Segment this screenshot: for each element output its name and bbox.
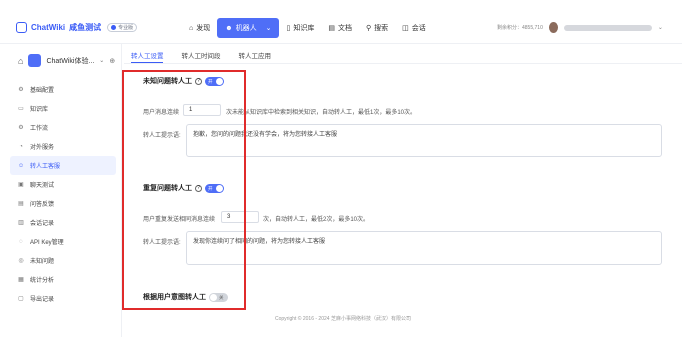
brand-name: ChatWiki bbox=[31, 23, 66, 32]
chart-icon: ▦ bbox=[18, 277, 24, 283]
repeat-count-label: 用户重复发送相同消息连续 bbox=[143, 217, 216, 223]
sidebar-menu: ⚙ 基础配置 ▭ 知识库 ⚙ 工作流 ◔ 对外服务 ☺ 转人工客服 ▣ 聊天测试 ▤ 问答反馈… bbox=[10, 80, 116, 308]
user-info-blurred[interactable] bbox=[563, 24, 652, 31]
library-icon: ▭ bbox=[18, 106, 24, 112]
chat-icon: ◫ bbox=[402, 25, 409, 32]
unknown-count-label: 用户消息连续 bbox=[143, 110, 180, 116]
sidebar-item-basic-config[interactable]: ⚙ 基础配置 bbox=[10, 80, 116, 99]
sidebar-item-human-service[interactable]: ☺ 转人工客服 bbox=[10, 156, 116, 175]
home-icon[interactable]: ⌂ bbox=[18, 56, 23, 66]
question-icon: ◎ bbox=[18, 258, 24, 264]
nav-search[interactable]: ⚲ 搜索 bbox=[359, 20, 395, 36]
chat-test-icon: ▣ bbox=[18, 182, 24, 188]
unknown-prompt-label: 转人工提示语: bbox=[143, 133, 181, 139]
chevron-down-icon[interactable]: ⌄ bbox=[99, 57, 104, 64]
main-nav: ⌂ 发现 ☻ 机器人 ⌄ ▯ 知识库 ▤ 文档 ⚲ 搜索 ◫ 会话 bbox=[182, 18, 433, 38]
tab-divider bbox=[124, 63, 682, 64]
sidebar-item-api-key[interactable]: ◌ API Key管理 bbox=[10, 232, 116, 251]
export-icon: ▢ bbox=[18, 296, 24, 302]
unknown-count-desc: 次未能从知识库中检索到相关知识，自动转人工，最低1次，最多10次。 bbox=[226, 110, 417, 116]
sidebar-item-workflow[interactable]: ⚙ 工作流 bbox=[10, 118, 116, 137]
service-icon: ◔ bbox=[19, 143, 23, 150]
book-icon: ▯ bbox=[286, 25, 291, 32]
sidebar: ⌂ ChatWiki体验... ⌄ ⊕ ⚙ 基础配置 ▭ 知识库 ⚙ 工作流 ◔ 对外服… bbox=[0, 44, 122, 337]
feedback-icon: ▤ bbox=[18, 201, 24, 207]
tab-human-time[interactable]: 转人工时间段 bbox=[182, 50, 221, 60]
gear-icon: ⚙ bbox=[18, 87, 24, 93]
app-avatar-icon bbox=[28, 54, 42, 67]
help-icon[interactable]: ? bbox=[195, 77, 202, 85]
nav-robot[interactable]: ☻ 机器人 ⌄ bbox=[217, 18, 280, 38]
sidebar-item-sessions[interactable]: ▥ 会话记录 bbox=[10, 213, 116, 232]
unknown-count-input[interactable]: 1 bbox=[183, 104, 221, 116]
sidebar-item-export[interactable]: ▢ 导出记录 bbox=[10, 289, 116, 308]
sidebar-item-unknown-questions[interactable]: ◎ 未知问题 bbox=[10, 251, 116, 270]
help-icon[interactable]: ? bbox=[195, 184, 202, 192]
repeat-section-title: 重复问题转人工 ? 开 bbox=[143, 183, 224, 193]
repeat-prompt-label: 转人工提示语: bbox=[143, 240, 181, 246]
brand-sub: 咸鱼测试 bbox=[69, 23, 102, 32]
chevron-down-icon: ⌄ bbox=[265, 25, 272, 32]
usage-text: 剩余积分：4855,710 bbox=[497, 25, 543, 31]
home-icon: ⌂ bbox=[189, 24, 194, 32]
unknown-section-title: 未知问题转人工 ? 开 bbox=[143, 76, 224, 86]
sidebar-item-external-service[interactable]: ◔ 对外服务 bbox=[10, 137, 116, 156]
badge-dot-icon bbox=[111, 25, 117, 30]
top-bar: ChatWiki 咸鱼测试 专业版 ⌂ 发现 ☻ 机器人 ⌄ ▯ 知识库 ▤ 文档 ⚲ 搜索… bbox=[0, 0, 682, 44]
avatar[interactable] bbox=[548, 22, 558, 33]
logo-icon bbox=[16, 22, 27, 33]
brand-logo[interactable]: ChatWiki 咸鱼测试 专业版 bbox=[16, 22, 138, 33]
sidebar-item-statistics[interactable]: ▦ 统计分析 bbox=[10, 270, 116, 289]
app-name: ChatWiki体验... bbox=[46, 57, 95, 65]
user-area: 剩余积分：4855,710 ⌄ bbox=[497, 22, 663, 33]
intent-section-title: 根据用户意图转人工 关 bbox=[143, 292, 228, 302]
tab-human-settings[interactable]: 转人工设置 bbox=[131, 50, 164, 60]
sidebar-item-feedback[interactable]: ▤ 问答反馈 bbox=[10, 194, 116, 213]
app-selector[interactable]: ⌂ ChatWiki体验... ⌄ ⊕ bbox=[18, 54, 115, 67]
nav-discover[interactable]: ⌂ 发现 bbox=[182, 20, 217, 36]
key-icon: ◌ bbox=[19, 238, 23, 245]
repeat-prompt-textarea[interactable]: 发现你连续问了相同的问题，将为您转接人工客服 bbox=[186, 231, 662, 265]
search-icon: ⚲ bbox=[365, 25, 372, 32]
repeat-count-desc: 次，自动转人工，最低2次，最多10次。 bbox=[263, 217, 370, 223]
intent-toggle[interactable]: 关 bbox=[209, 292, 228, 302]
add-icon[interactable]: ⊕ bbox=[109, 57, 115, 65]
repeat-count-input[interactable]: 3 bbox=[221, 211, 259, 223]
robot-icon: ☻ bbox=[225, 24, 233, 32]
chevron-down-icon[interactable]: ⌄ bbox=[658, 24, 663, 31]
sidebar-item-chat-test[interactable]: ▣ 聊天测试 bbox=[10, 175, 116, 194]
active-tab-indicator bbox=[131, 62, 163, 63]
agent-icon: ☺ bbox=[18, 162, 25, 169]
tab-human-apps[interactable]: 转人工应用 bbox=[239, 50, 272, 60]
settings-tabs: 转人工设置 转人工时间段 转人工应用 bbox=[131, 50, 271, 60]
version-badge: 专业版 bbox=[107, 23, 138, 32]
unknown-prompt-textarea[interactable]: 抱歉，您问的问题我还没有学会，将为您转接人工客服 bbox=[186, 124, 662, 157]
workflow-icon: ⚙ bbox=[18, 125, 24, 131]
doc-icon: ▤ bbox=[328, 25, 335, 32]
footer-copyright: Copyright © 2016 - 2024 芝麻小事网络科技（武汉）有限公司 bbox=[275, 316, 411, 322]
session-icon: ▥ bbox=[18, 220, 24, 226]
unknown-toggle[interactable]: 开 bbox=[205, 76, 224, 86]
nav-knowledge[interactable]: ▯ 知识库 bbox=[279, 20, 321, 36]
nav-docs[interactable]: ▤ 文档 bbox=[321, 20, 359, 36]
repeat-toggle[interactable]: 开 bbox=[205, 183, 224, 193]
nav-chat[interactable]: ◫ 会话 bbox=[395, 20, 433, 36]
sidebar-item-knowledge[interactable]: ▭ 知识库 bbox=[10, 99, 116, 118]
